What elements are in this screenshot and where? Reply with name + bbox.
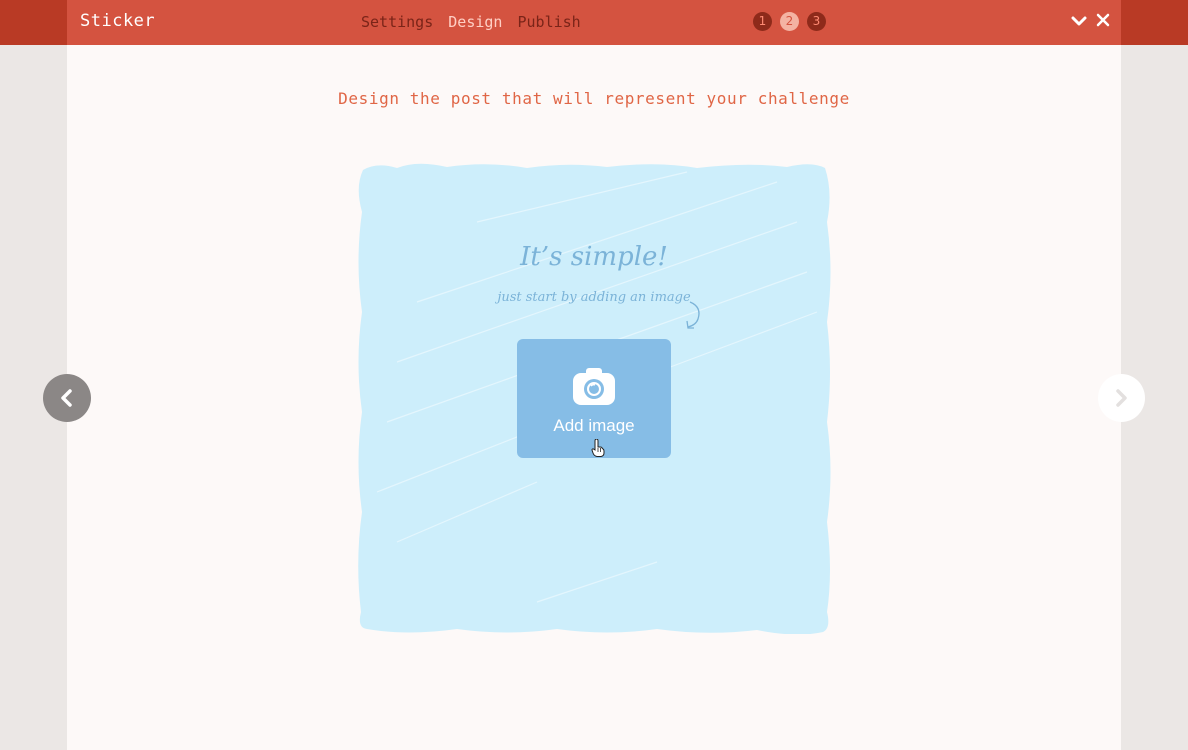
chevron-down-icon[interactable] xyxy=(1069,11,1089,33)
next-button[interactable] xyxy=(1098,374,1145,422)
tab-settings[interactable]: Settings xyxy=(361,13,433,31)
header-right-edge xyxy=(1121,0,1188,45)
step-badges: 1 2 3 xyxy=(753,12,826,31)
page-subtitle: Design the post that will represent your… xyxy=(338,89,850,108)
app-title: Sticker xyxy=(80,11,156,31)
tab-design[interactable]: Design xyxy=(448,13,502,31)
tab-publish[interactable]: Publish xyxy=(518,13,581,31)
step-badge-2[interactable]: 2 xyxy=(780,12,799,31)
app-header: Sticker Settings Design Publish 1 2 3 xyxy=(67,0,1121,45)
add-image-label: Add image xyxy=(553,416,635,435)
prev-button[interactable] xyxy=(43,374,91,422)
hand-cursor-icon xyxy=(591,439,605,457)
add-image-button[interactable]: Add image xyxy=(517,339,671,458)
camera-icon xyxy=(573,368,615,405)
canvas-hint: just start by adding an image xyxy=(497,290,691,305)
step-tabs: Settings Design Publish xyxy=(361,13,587,31)
chevron-right-icon xyxy=(1116,389,1127,407)
canvas-headline: It’s simple! xyxy=(520,242,668,272)
design-panel: Design the post that will represent your… xyxy=(67,45,1121,750)
header-left-edge xyxy=(0,0,67,45)
close-icon[interactable] xyxy=(1093,11,1113,33)
curved-arrow-icon xyxy=(686,301,700,329)
step-badge-1[interactable]: 1 xyxy=(753,12,772,31)
post-canvas: It’s simple! just start by adding an ima… xyxy=(357,162,831,634)
step-badge-3[interactable]: 3 xyxy=(807,12,826,31)
chevron-left-icon xyxy=(61,389,72,407)
